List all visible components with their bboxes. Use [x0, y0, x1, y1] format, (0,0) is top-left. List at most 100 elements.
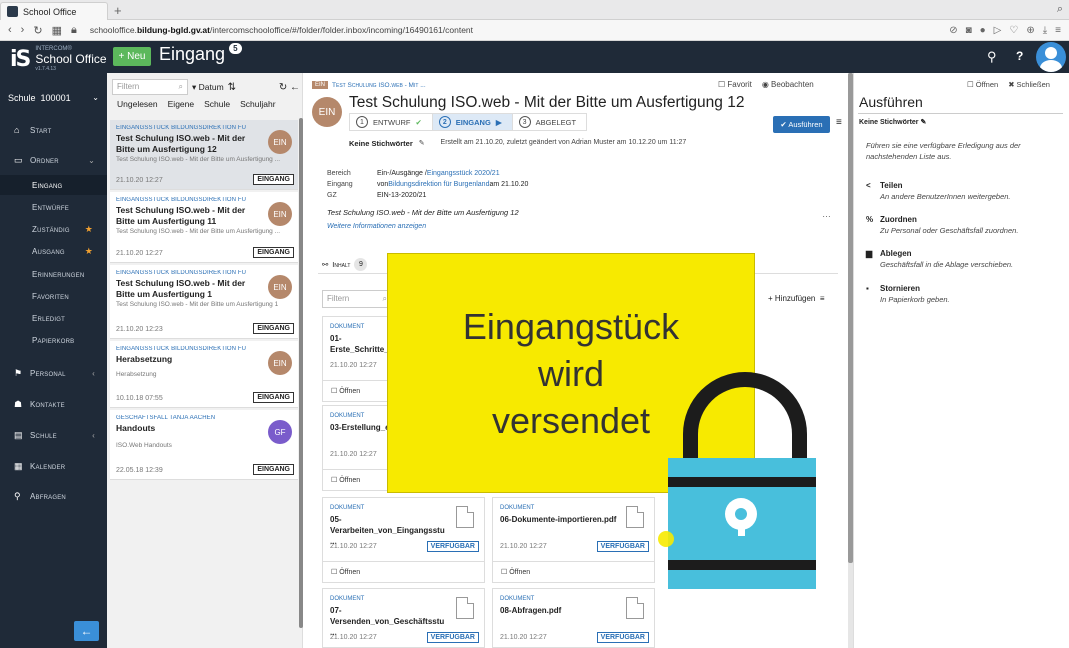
open-button[interactable]: ☐ Öffnen [493, 561, 654, 582]
chevron-down-icon[interactable]: ⌄ [92, 93, 99, 102]
edit-icon[interactable]: ✎ [920, 119, 926, 126]
breadcrumb-link[interactable]: Test Schulung ISO.web - Mit ... [332, 82, 426, 89]
item-description: Test Schulung ISO.web - Mit der Bitte um… [116, 228, 281, 235]
menu-icon[interactable]: ≡ [820, 294, 825, 303]
list-item[interactable]: Eingangsstück Bildungsdirektion für Bur.… [110, 192, 298, 263]
document-card[interactable]: DOKUMENT 08-Abfragen.pdf 21.10.20 12:27 … [492, 588, 655, 648]
close-button[interactable]: ✖ Schließen [1008, 80, 1050, 89]
list-scrollbar[interactable] [299, 118, 303, 628]
heart-icon[interactable]: ♡ [1009, 25, 1018, 36]
document-card[interactable]: DOKUMENT 06-Dokumente-importieren.pdf 21… [492, 497, 655, 583]
add-button[interactable]: + Hinzufügen ≡ [768, 294, 825, 303]
sidebar-item-papierkorb[interactable]: Papierkorb [0, 330, 107, 350]
sidebar-item-abfragen[interactable]: ⚲ Abfragen [0, 486, 107, 506]
sidebar-item-kalender[interactable]: ▦ Kalender [0, 456, 107, 476]
list-filter-input[interactable]: Filtern ⌕ [112, 79, 188, 95]
action-zuordnen[interactable]: % Zuordnen Zu Personal oder Geschäftsfall … [866, 215, 1056, 235]
play-icon[interactable]: ▷ [994, 25, 1002, 36]
school-selector[interactable]: Schule 100001 [8, 93, 71, 103]
sort-order-icon[interactable]: ⇅ [228, 82, 236, 93]
help-button[interactable]: ? [1016, 49, 1023, 63]
more-options-icon[interactable]: … [822, 209, 831, 219]
user-avatar[interactable] [1036, 42, 1066, 72]
action-teilen[interactable]: < Teilen An andere BenutzerInnen weitergeb… [866, 181, 1056, 201]
open-button[interactable]: ☐ Öffnen [967, 80, 998, 89]
forward-icon[interactable]: › [21, 24, 25, 36]
app-logo[interactable]: iS INTERCOM® School Office v1.7.4.13 [10, 46, 107, 72]
step-abgelegt[interactable]: 3 ABGELEGT [511, 113, 588, 131]
open-button[interactable]: ☐ Öffnen [323, 561, 484, 582]
sidebar-item-zustaendig[interactable]: Zuständig ★ [0, 219, 107, 239]
list-item[interactable]: Eingangsstück Bildungsdirektion für Bur.… [110, 341, 298, 408]
action-ablegen[interactable]: ▆ Ablegen Geschäftsfall in die Ablage vers… [866, 249, 1056, 269]
sidebar-item-entwuerfe[interactable]: Entwürfe [0, 197, 107, 217]
filter-ungelesen[interactable]: Ungelesen [117, 99, 158, 109]
favorite-button[interactable]: ☐ Favorit [718, 80, 752, 89]
eingang-prefix: von [377, 181, 389, 188]
sidebar-item-start[interactable]: ⌂ Start [0, 120, 107, 140]
sidebar-item-label: Schule [30, 430, 57, 440]
sort-dropdown[interactable]: ▾ Datum [192, 82, 224, 93]
doc-date: 21.10.20 12:27 [330, 451, 377, 458]
address-bar[interactable]: schooloffice.bildung-bgld.gv.at/intercom… [90, 25, 473, 35]
document-card[interactable]: DOKUMENT 05-Verarbeiten_von_Eingangsstu … [322, 497, 485, 583]
sender-link[interactable]: Bildungsdirektion für Burgenland [388, 181, 489, 188]
collapse-sidebar-button[interactable]: ← [74, 621, 99, 641]
refresh-icon[interactable]: ↻ [279, 82, 287, 93]
list-item[interactable]: Eingangsstück Bildungsdirektion für Bur.… [110, 120, 298, 190]
filter-schule[interactable]: Schule [204, 99, 230, 109]
camera-icon[interactable]: ◙ [966, 25, 972, 36]
sidebar-item-erinnerungen[interactable]: Erinnerungen [0, 264, 107, 284]
eingang-key: Eingang [327, 181, 353, 188]
more-info-link[interactable]: Weitere Informationen anzeigen [327, 223, 426, 230]
sidebar-item-erledigt[interactable]: Erledigt [0, 308, 107, 328]
filter-eigene[interactable]: Eigene [168, 99, 194, 109]
document-card[interactable]: DOKUMENT 07-Versenden_von_Geschäftsstu .… [322, 588, 485, 648]
new-tab-button[interactable]: + [114, 3, 122, 18]
grid-icon[interactable]: ▦ [52, 24, 62, 37]
list-item[interactable]: Eingangsstück Bildungsdirektion für Bur.… [110, 265, 298, 339]
content-filter-input[interactable]: Filtern ⌕ [322, 290, 392, 308]
browser-tab[interactable]: School Office [0, 2, 108, 20]
new-button[interactable]: + Neu [113, 47, 151, 66]
watch-button[interactable]: ◉ Beobachten [762, 80, 814, 89]
status-badge: EINGANG [253, 464, 294, 475]
sidebar-item-ordner[interactable]: ▭ Ordner ⌄ [0, 150, 107, 170]
action-stornieren[interactable]: ▪ Stornieren In Papierkorb geben. [866, 284, 1056, 304]
edit-icon[interactable]: ✎ [419, 139, 425, 148]
sidebar-item-kontakte[interactable]: ☗ Kontakte [0, 394, 107, 414]
action-description: In Papierkorb geben. [880, 295, 950, 304]
reload-icon[interactable]: ↻ [33, 24, 42, 37]
sidebar-item-eingang[interactable]: Eingang [0, 175, 107, 195]
shield-icon[interactable]: ● [980, 25, 986, 36]
bereich-link[interactable]: Eingangsstück 2020/21 [427, 170, 500, 177]
item-title: Test Schulung ISO.web - Mit der Bitte um… [116, 133, 246, 154]
tab-inhalt[interactable]: ⚯ Inhalt 9 [322, 258, 368, 271]
filter-schuljahr[interactable]: Schuljahr [240, 99, 275, 109]
execute-button[interactable]: ✔ Ausführen [773, 116, 830, 133]
back-icon[interactable]: ‹ [8, 24, 12, 36]
doc-type: DOKUMENT [500, 505, 535, 511]
menu-icon[interactable]: ≡ [836, 117, 842, 128]
sidebar-item-label: Ausgang [32, 246, 65, 256]
page-title: Eingang 5 [159, 43, 242, 65]
download-icon[interactable]: ⤓ [1043, 25, 1047, 36]
sidebar-item-personal[interactable]: ⚑ Personal ‹ [0, 363, 107, 383]
step-entwurf[interactable]: 1 ENTWURF ✔ [349, 113, 433, 131]
sidebar-item-label: Entwürfe [32, 202, 69, 212]
arrow-left-icon[interactable]: ← [290, 82, 300, 93]
divider [858, 113, 1063, 114]
cube-icon[interactable]: ⊕ [1026, 25, 1034, 36]
sidebar-item-schule[interactable]: ▤ Schule ‹ [0, 425, 107, 445]
sidebar-item-ausgang[interactable]: Ausgang ★ [0, 241, 107, 261]
school-icon: ▤ [14, 429, 23, 440]
extension-icon[interactable]: ⊘ [949, 25, 957, 36]
list-item[interactable]: Geschäftsfall Tanja Aachen Handouts ISO.… [110, 410, 298, 480]
breadcrumb-tag: EIN [312, 81, 329, 89]
tab-search-icon[interactable]: ⌕ [1057, 3, 1063, 16]
menu-icon[interactable]: ≡ [1055, 25, 1061, 36]
search-icon[interactable]: ⚲ [987, 49, 997, 65]
sidebar-item-favoriten[interactable]: Favoriten [0, 286, 107, 306]
step-eingang[interactable]: 2 EINGANG ▶ [431, 113, 513, 131]
item-date: 21.10.20 12:23 [116, 326, 163, 333]
